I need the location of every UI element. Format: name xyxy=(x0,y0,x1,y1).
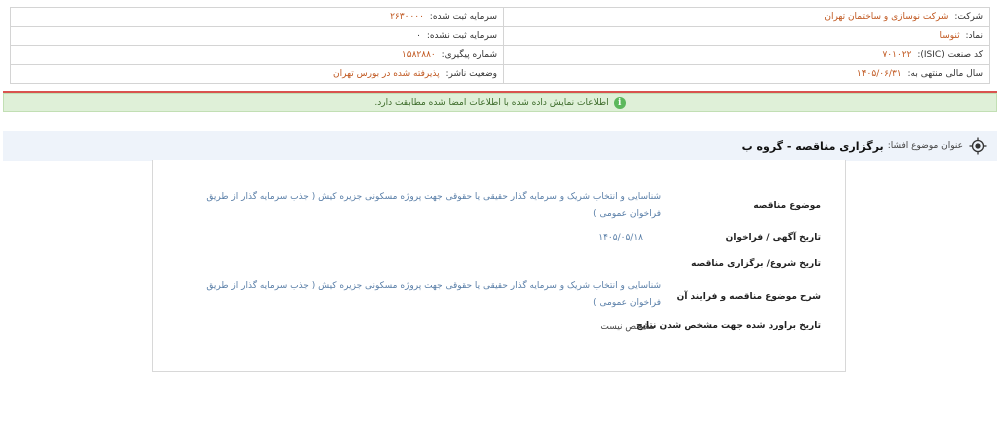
registered-capital-cell: سرمایه ثبت شده: ۲۶۳۰۰۰۰ xyxy=(10,7,504,27)
verification-notice: i اطلاعات نمایش داده شده با اطلاعات امضا… xyxy=(3,93,997,112)
registered-capital-value: ۲۶۳۰۰۰۰ xyxy=(390,12,424,22)
info-row: نماد: ثنوسا سرمایه ثبت نشده: ۰ xyxy=(10,26,990,46)
tracking-cell: شماره پیگیری: ۱۵۸۲۸۸۰ xyxy=(10,45,504,65)
subject-bar: عنوان موضوع افشا: برگزاری مناقصه - گروه … xyxy=(3,131,997,161)
company-cell: شرکت: شرکت نوسازی و ساختمان تهران xyxy=(503,7,990,27)
target-icon xyxy=(969,137,987,155)
tender-subject-row: موضوع مناقصه شناسایی و انتخاب شریک و سرم… xyxy=(191,189,821,223)
estimated-date-value: مشخص نیست xyxy=(600,322,655,332)
tracking-label: شماره پیگیری: xyxy=(441,50,497,60)
symbol-cell: نماد: ثنوسا xyxy=(503,26,990,46)
details-panel: موضوع مناقصه شناسایی و انتخاب شریک و سرم… xyxy=(152,160,846,372)
start-date-row: تاریخ شروع/ برگزاری مناقصه xyxy=(191,259,821,269)
info-icon: i xyxy=(613,96,626,109)
fiscal-year-value: ۱۴۰۵/۰۶/۳۱ xyxy=(856,69,902,79)
ad-date-label: تاریخ آگهی / فراخوان xyxy=(725,233,821,243)
start-date-label: تاریخ شروع/ برگزاری مناقصه xyxy=(691,259,821,269)
info-row: شرکت: شرکت نوسازی و ساختمان تهران سرمایه… xyxy=(10,7,990,27)
ad-date-value: ۱۴۰۵/۰۵/۱۸ xyxy=(598,233,643,243)
unregistered-capital-value: ۰ xyxy=(416,31,421,41)
subject-label: عنوان موضوع افشا: xyxy=(887,141,963,151)
estimated-date-row: تاریخ براورد شده جهت مشخص شدن نتایج مشخص… xyxy=(191,321,821,333)
publisher-status-label: وضعیت ناشر: xyxy=(445,69,497,79)
description-label: شرح موضوع مناقصه و فرایند آن xyxy=(676,292,821,302)
description-value: شناسایی و انتخاب شریک و سرمایه گذار حقیق… xyxy=(206,281,661,308)
company-label: شرکت: xyxy=(954,12,983,22)
symbol-label: نماد: xyxy=(965,31,984,41)
notice-text: اطلاعات نمایش داده شده با اطلاعات امضا ش… xyxy=(374,97,609,108)
isic-value: ۷۰۱۰۲۲ xyxy=(882,50,912,60)
tender-subject-label: موضوع مناقصه xyxy=(753,201,821,211)
symbol-value: ثنوسا xyxy=(939,31,960,41)
tracking-value: ۱۵۸۲۸۸۰ xyxy=(401,50,436,60)
publisher-status-value: پذیرفته شده در بورس تهران xyxy=(333,69,440,79)
info-row: کد صنعت (ISIC): ۷۰۱۰۲۲ شماره پیگیری: ۱۵۸… xyxy=(10,45,990,65)
subject-title: برگزاری مناقصه - گروه ب xyxy=(741,139,884,153)
estimated-date-label: تاریخ براورد شده جهت مشخص شدن نتایج xyxy=(636,321,821,331)
ad-date-row: تاریخ آگهی / فراخوان ۱۴۰۵/۰۵/۱۸ xyxy=(191,230,821,247)
info-row: سال مالی منتهی به: ۱۴۰۵/۰۶/۳۱ وضعیت ناشر… xyxy=(10,64,990,84)
description-row: شرح موضوع مناقصه و فرایند آن شناسایی و ا… xyxy=(191,278,821,312)
fiscal-year-label: سال مالی منتهی به: xyxy=(907,69,983,79)
unregistered-capital-label: سرمایه ثبت نشده: xyxy=(426,31,497,41)
publisher-status-cell: وضعیت ناشر: پذیرفته شده در بورس تهران xyxy=(10,64,504,84)
tender-subject-value: شناسایی و انتخاب شریک و سرمایه گذار حقیق… xyxy=(206,192,661,219)
isic-cell: کد صنعت (ISIC): ۷۰۱۰۲۲ xyxy=(503,45,990,65)
company-info-table: شرکت: شرکت نوسازی و ساختمان تهران سرمایه… xyxy=(10,7,990,84)
registered-capital-label: سرمایه ثبت شده: xyxy=(429,12,497,22)
unregistered-capital-cell: سرمایه ثبت نشده: ۰ xyxy=(10,26,504,46)
company-value: شرکت نوسازی و ساختمان تهران xyxy=(824,12,949,22)
fiscal-year-cell: سال مالی منتهی به: ۱۴۰۵/۰۶/۳۱ xyxy=(503,64,990,84)
isic-label: کد صنعت (ISIC): xyxy=(917,50,983,60)
